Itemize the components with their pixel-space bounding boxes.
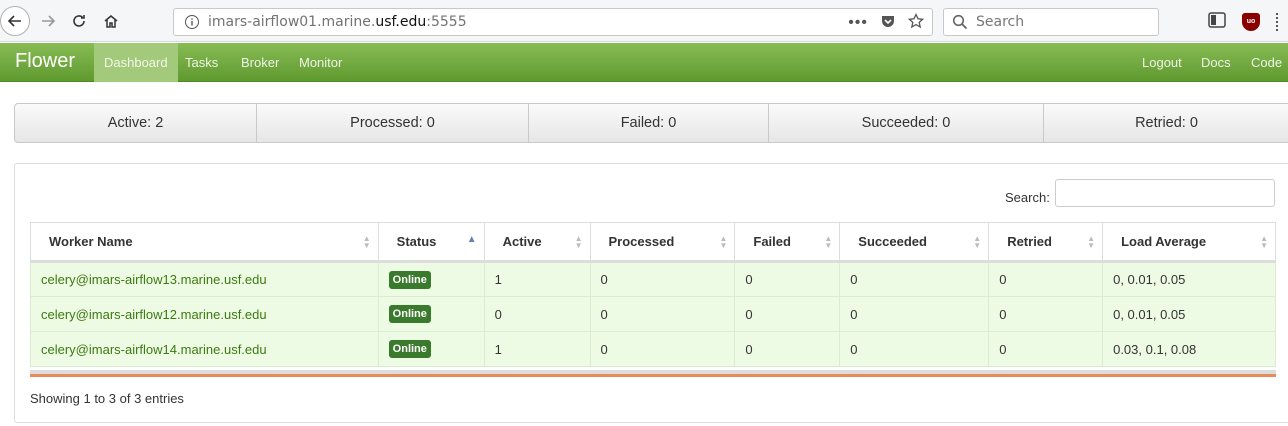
- retried-cell: 0: [988, 261, 1104, 297]
- nav-docs[interactable]: Docs: [1201, 43, 1231, 82]
- col-failed[interactable]: Failed ▲ ▼: [734, 222, 841, 263]
- active-cell: 1: [483, 261, 591, 297]
- load-average-cell: 0.03, 0.1, 0.08: [1102, 331, 1276, 367]
- sort-icon: ▲ ▼: [362, 234, 371, 250]
- sort-icon: ▲ ▼: [574, 234, 583, 250]
- summary-active[interactable]: Active: 2: [15, 104, 257, 142]
- col-processed[interactable]: Processed ▲ ▼: [589, 222, 736, 263]
- menu-divider: [1276, 12, 1278, 31]
- ublock-icon[interactable]: uo: [1242, 12, 1260, 31]
- info-icon[interactable]: [182, 14, 202, 30]
- processed-cell: 0: [589, 331, 736, 367]
- load-average-cell: 0, 0.01, 0.05: [1102, 261, 1276, 297]
- summary-succeeded[interactable]: Succeeded: 0: [769, 104, 1044, 142]
- table-row: celery@imars-airflow14.marine.usf.edu On…: [30, 331, 1276, 367]
- col-status[interactable]: Status ▲: [377, 222, 485, 263]
- status-cell: Online: [377, 331, 485, 367]
- nav-logout[interactable]: Logout: [1142, 43, 1182, 82]
- worker-name-link[interactable]: celery@imars-airflow12.marine.usf.edu: [30, 296, 379, 332]
- col-succeeded[interactable]: Succeeded ▲ ▼: [839, 222, 990, 263]
- sort-icon: ▲ ▼: [824, 234, 833, 250]
- active-cell: 0: [483, 296, 591, 332]
- browser-toolbar: imars-airflow01.marine.usf.edu:5555 ••• …: [0, 0, 1288, 42]
- horizontal-scrollbar[interactable]: [30, 370, 1276, 377]
- failed-cell: 0: [734, 296, 841, 332]
- summary-retried[interactable]: Retried: 0: [1044, 104, 1288, 142]
- succeeded-cell: 0: [839, 296, 990, 332]
- table-row: celery@imars-airflow13.marine.usf.edu On…: [30, 261, 1276, 297]
- failed-cell: 0: [734, 331, 841, 367]
- worker-name-link[interactable]: celery@imars-airflow14.marine.usf.edu: [30, 331, 379, 367]
- nav-dashboard[interactable]: Dashboard: [94, 43, 178, 82]
- workers-table: Worker Name ▲ ▼ Status ▲ Active ▲ ▼ Processed…: [30, 222, 1276, 367]
- table-search-label: Search:: [1005, 190, 1050, 205]
- nav-code[interactable]: Code: [1251, 43, 1282, 82]
- sidebar-icon[interactable]: [1208, 12, 1226, 31]
- browser-search-bar[interactable]: Search: [943, 8, 1159, 36]
- table-search-input[interactable]: [1055, 179, 1275, 207]
- home-icon: [104, 15, 118, 28]
- succeeded-cell: 0: [839, 261, 990, 297]
- col-load-average[interactable]: Load Average ▲ ▼: [1102, 222, 1276, 263]
- reload-icon: [73, 15, 85, 27]
- col-retried[interactable]: Retried ▲ ▼: [988, 222, 1104, 263]
- table-info: Showing 1 to 3 of 3 entries: [30, 391, 184, 406]
- sort-icon: ▲ ▼: [1260, 234, 1268, 250]
- url-bar[interactable]: imars-airflow01.marine.usf.edu:5555 •••: [173, 8, 933, 36]
- sort-icon: ▲ ▼: [719, 234, 728, 250]
- col-active[interactable]: Active ▲ ▼: [483, 222, 591, 263]
- brand-logo[interactable]: Flower: [15, 50, 75, 73]
- nav-tasks[interactable]: Tasks: [175, 43, 228, 82]
- arrow-left-icon: [7, 15, 21, 27]
- search-icon: [952, 14, 968, 30]
- search-placeholder: Search: [976, 14, 1025, 30]
- reload-button[interactable]: [64, 6, 94, 36]
- bookmark-star-icon[interactable]: [907, 12, 925, 32]
- back-button[interactable]: [0, 6, 30, 36]
- arrow-right-icon: [42, 15, 56, 27]
- workers-panel: Search: Worker Name ▲ ▼ Status ▲ Active ▲ ▼ P…: [14, 163, 1288, 423]
- status-badge: Online: [388, 270, 431, 289]
- page-actions-icon[interactable]: •••: [848, 14, 868, 32]
- failed-cell: 0: [734, 261, 841, 297]
- sort-icon: ▲ ▼: [1087, 234, 1096, 250]
- summary-failed[interactable]: Failed: 0: [529, 104, 769, 142]
- url-text: imars-airflow01.marine.usf.edu:5555: [208, 14, 467, 30]
- nav-monitor[interactable]: Monitor: [289, 43, 352, 82]
- status-badge: Online: [388, 305, 431, 323]
- task-summary-bar: Active: 2 Processed: 0 Failed: 0 Succeed…: [14, 103, 1288, 143]
- retried-cell: 0: [988, 331, 1104, 367]
- forward-button[interactable]: [33, 6, 63, 36]
- nav-broker[interactable]: Broker: [231, 43, 289, 82]
- table-row: celery@imars-airflow12.marine.usf.edu On…: [30, 296, 1276, 332]
- status-cell: Online: [377, 296, 485, 332]
- sort-asc-icon: ▲: [466, 234, 477, 245]
- table-header-row: Worker Name ▲ ▼ Status ▲ Active ▲ ▼ Processed…: [30, 222, 1276, 263]
- processed-cell: 0: [589, 261, 736, 297]
- pocket-icon[interactable]: [880, 13, 896, 32]
- worker-name-link[interactable]: celery@imars-airflow13.marine.usf.edu: [30, 261, 379, 297]
- status-badge: Online: [388, 340, 431, 358]
- retried-cell: 0: [988, 296, 1104, 332]
- succeeded-cell: 0: [839, 331, 990, 367]
- sort-icon: ▲ ▼: [973, 234, 982, 250]
- home-button[interactable]: [96, 6, 126, 36]
- app-navbar: Flower Dashboard Tasks Broker Monitor Lo…: [0, 43, 1288, 82]
- col-worker-name[interactable]: Worker Name ▲ ▼: [30, 222, 379, 263]
- processed-cell: 0: [589, 296, 736, 332]
- load-average-cell: 0, 0.01, 0.05: [1102, 296, 1276, 332]
- summary-processed[interactable]: Processed: 0: [257, 104, 529, 142]
- active-cell: 1: [483, 331, 591, 367]
- status-cell: Online: [377, 261, 485, 297]
